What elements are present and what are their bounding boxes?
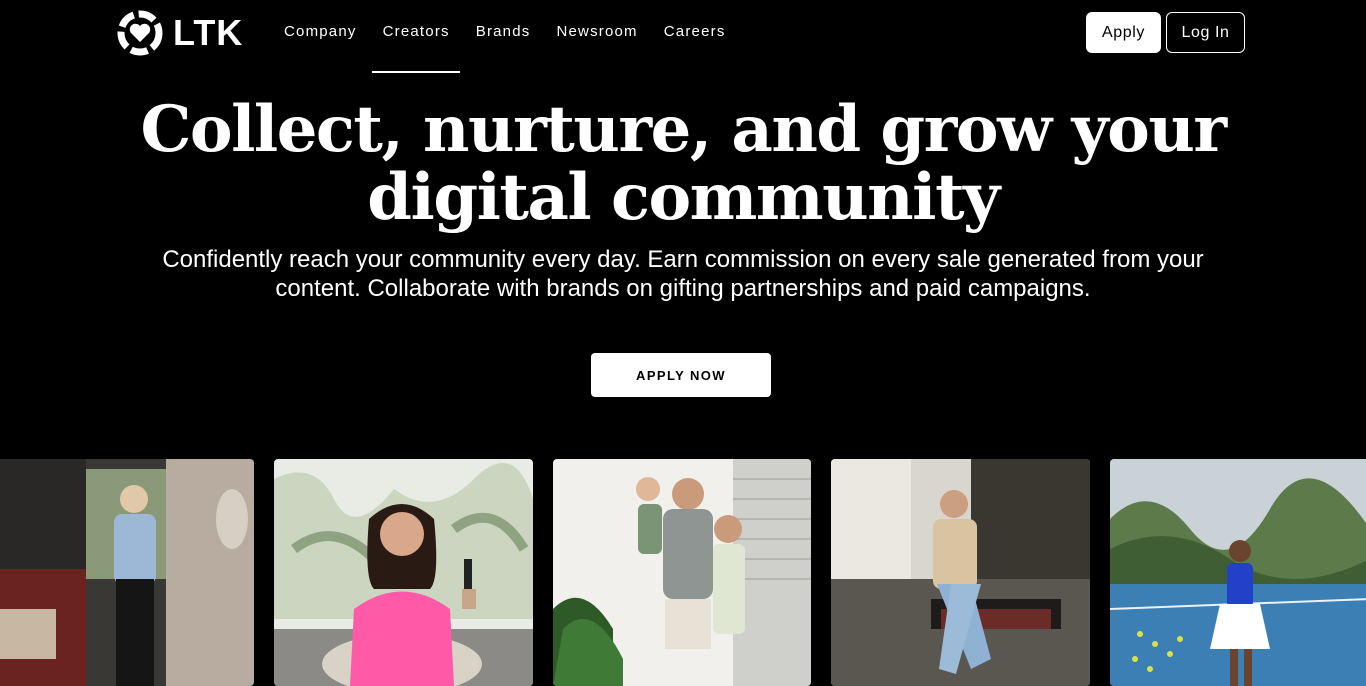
nav-active-indicator bbox=[372, 71, 460, 73]
main-nav: Company Creators Brands Newsroom Careers bbox=[284, 20, 726, 44]
apply-now-button[interactable]: APPLY NOW bbox=[591, 353, 771, 397]
top-navigation: LTK Company Creators Brands Newsroom Car… bbox=[0, 0, 1366, 73]
hero-title: Collect, nurture, and grow your digital … bbox=[0, 96, 1366, 232]
nav-brands[interactable]: Brands bbox=[476, 20, 531, 44]
logo-text: LTK bbox=[173, 12, 244, 53]
hero-title-line-1: Collect, nurture, and grow your bbox=[140, 92, 1227, 167]
hero-title-line-2: digital community bbox=[367, 160, 1000, 235]
ltk-logo[interactable]: LTK bbox=[115, 8, 243, 58]
nav-careers[interactable]: Careers bbox=[664, 20, 726, 44]
login-button[interactable]: Log In bbox=[1166, 12, 1245, 53]
nav-newsroom[interactable]: Newsroom bbox=[556, 20, 637, 44]
nav-company[interactable]: Company bbox=[284, 20, 357, 44]
creator-photo-podcast bbox=[274, 459, 533, 686]
creator-photo-tennis bbox=[1110, 459, 1366, 686]
nav-creators[interactable]: Creators bbox=[383, 20, 450, 44]
hero-subtitle-line-2: content. Collaborate with brands on gift… bbox=[275, 275, 1091, 302]
ltk-heart-badge-icon bbox=[117, 10, 163, 56]
creator-photo-coffee bbox=[831, 459, 1090, 686]
apply-button[interactable]: Apply bbox=[1086, 12, 1161, 53]
creator-photo-family bbox=[553, 459, 811, 686]
hero-subtitle-line-1: Confidently reach your community every d… bbox=[162, 246, 1204, 273]
hero-subtitle: Confidently reach your community every d… bbox=[120, 245, 1246, 303]
creator-photo-living-room bbox=[0, 459, 254, 686]
